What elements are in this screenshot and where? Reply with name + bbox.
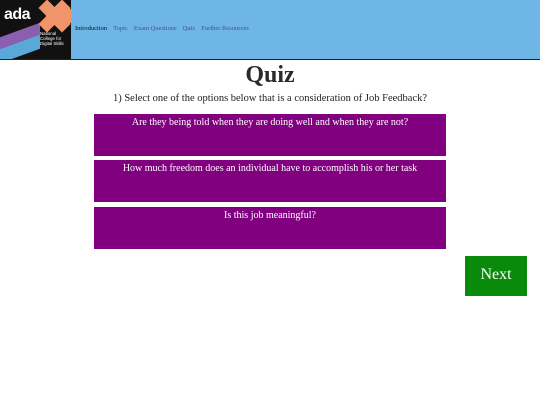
logo-wordmark: ada bbox=[4, 6, 31, 23]
nav-item-topic[interactable]: Topic bbox=[113, 25, 128, 32]
nav-item-quiz[interactable]: Quiz bbox=[183, 25, 196, 32]
answer-option-2[interactable]: How much freedom does an individual have… bbox=[94, 160, 446, 202]
nav-item-further-resources[interactable]: Further Resources bbox=[201, 25, 248, 32]
nav-item-introduction[interactable]: Introduction bbox=[75, 25, 107, 32]
quiz-question: 1) Select one of the options below that … bbox=[112, 93, 428, 104]
ada-logo[interactable]: ada National College for Digital Skills bbox=[0, 0, 71, 59]
next-button[interactable]: Next bbox=[465, 256, 527, 296]
header-bar: ada National College for Digital Skills … bbox=[0, 0, 540, 60]
logo-college-text: National College for Digital Skills bbox=[40, 31, 64, 46]
answer-option-3[interactable]: Is this job meaningful? bbox=[94, 207, 446, 249]
main-nav: Introduction Topic Exam Questions Quiz F… bbox=[75, 25, 249, 32]
nav-item-exam-questions[interactable]: Exam Questions bbox=[134, 25, 177, 32]
answer-option-1[interactable]: Are they being told when they are doing … bbox=[94, 114, 446, 156]
page-title: Quiz bbox=[245, 62, 295, 88]
